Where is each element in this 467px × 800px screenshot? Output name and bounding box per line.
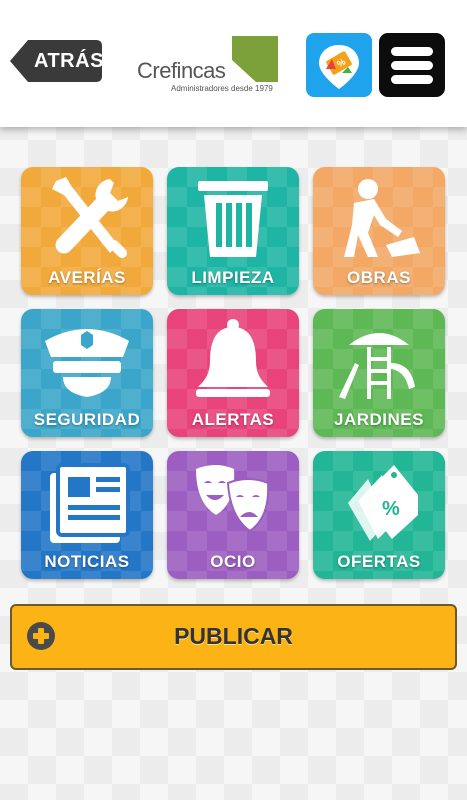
tile-noticias[interactable]: NOTICIAS [21, 451, 153, 579]
discount-tags-icon: % [348, 465, 418, 541]
police-cap-icon [45, 329, 129, 397]
tile-label: OCIO [210, 552, 256, 571]
menu-bar-top [391, 47, 433, 56]
menu-bar-bottom [391, 75, 433, 84]
tile-seguridad[interactable]: SEGURIDAD [21, 309, 153, 437]
back-button[interactable]: ATRÁS [10, 40, 104, 82]
logo-tagline: Administradores desde 1979 [171, 84, 273, 93]
tile-ofertas[interactable]: % OFERTAS [313, 451, 445, 579]
menu-button[interactable] [379, 33, 445, 97]
trash-can-icon [198, 181, 268, 257]
menu-bar-middle [391, 61, 433, 70]
tools-icon [52, 177, 128, 258]
house-logo-icon [232, 36, 278, 82]
tile-ocio[interactable]: OCIO [167, 451, 299, 579]
tile-label: OBRAS [347, 268, 411, 287]
back-button-label: ATRÁS [34, 50, 104, 72]
tile-label: JARDINES [334, 410, 424, 429]
newspaper-icon [50, 463, 130, 543]
construction-worker-icon [344, 179, 420, 257]
offers-button[interactable]: % [306, 33, 372, 97]
tile-label: AVERÍAS [48, 268, 126, 287]
tile-label: NOTICIAS [44, 552, 130, 571]
brand-logo: Crefincas Administradores desde 1979 [137, 36, 279, 96]
playground-icon [339, 333, 415, 399]
tile-obras[interactable]: OBRAS [313, 167, 445, 295]
publish-button-label: PUBLICAR [174, 623, 293, 649]
svg-text:%: % [382, 498, 400, 520]
theater-masks-icon [196, 465, 270, 533]
tile-label: LIMPIEZA [191, 268, 275, 287]
bell-icon [196, 319, 270, 397]
tile-label: SEGURIDAD [33, 410, 141, 429]
tile-alertas[interactable]: ALERTAS [167, 309, 299, 437]
tile-averias[interactable]: AVERÍAS [21, 167, 153, 295]
tile-jardines[interactable]: JARDINES [313, 309, 445, 437]
tile-limpieza[interactable]: LIMPIEZA [167, 167, 299, 295]
logo-name: Crefincas [137, 58, 226, 83]
tile-label: ALERTAS [191, 410, 275, 429]
app-header: ATRÁS Crefincas Administradores desde 19… [0, 0, 467, 127]
price-tag-icon: % [319, 45, 359, 89]
publish-button[interactable]: PUBLICAR [10, 604, 457, 670]
tile-label: OFERTAS [337, 552, 421, 571]
